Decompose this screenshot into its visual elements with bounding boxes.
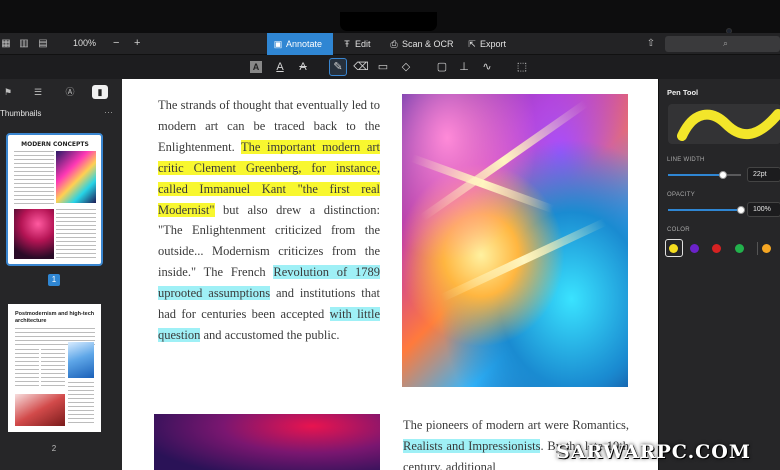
paragraph-1[interactable]: The strands of thought that eventually l…: [158, 95, 381, 346]
abstract-art-image-2: [154, 414, 380, 470]
annotate-icon: ▣: [273, 39, 283, 49]
thumb1-image-1: [56, 151, 96, 203]
tab-export-label: Export: [480, 39, 507, 49]
pen-tool-icon[interactable]: ✎: [329, 58, 347, 76]
line-width-label: LINE WIDTH: [667, 157, 705, 163]
color-swatch[interactable]: [735, 244, 744, 253]
camera-notch: [340, 12, 732, 34]
thumb2-image-2: [15, 394, 65, 426]
sidebar-title: Thumbnails: [0, 109, 42, 118]
page-thumbnail-1[interactable]: MODERN CONCEPTS: [6, 133, 103, 266]
opacity-value[interactable]: 100%: [747, 202, 780, 217]
document-area: The strands of thought that eventually l…: [122, 79, 658, 470]
layout-icon[interactable]: ▤: [37, 38, 49, 49]
stroke-preview: [668, 104, 780, 144]
color-label: COLOR: [667, 227, 690, 233]
select-area-icon[interactable]: ⬚: [514, 59, 530, 75]
color-swatch[interactable]: [712, 244, 721, 253]
shapes-icon[interactable]: ◇: [398, 59, 414, 75]
scan-icon: ⎙: [390, 39, 398, 49]
color-swatch[interactable]: [669, 244, 678, 253]
search-icon: ⌕: [723, 38, 729, 48]
zoom-level[interactable]: 100%: [73, 38, 96, 48]
panel-title: Pen Tool: [667, 88, 699, 97]
comment-icon[interactable]: ▢: [434, 59, 450, 75]
opacity-knob[interactable]: [737, 206, 745, 214]
text-run: The pioneers of modern art were Romantic…: [403, 418, 629, 432]
opacity-slider[interactable]: [668, 206, 745, 214]
line-width-knob[interactable]: [718, 171, 727, 179]
thumb2-text-4: [68, 382, 94, 426]
zoom-in-button[interactable]: +: [134, 37, 140, 49]
grid-view-icon[interactable]: ▦: [0, 38, 12, 49]
thumbnails-sidebar: ⚑ ☰ Ⓐ ▮ Thumbnails ⋯ MODERN CONCEPTS 1 P…: [0, 79, 122, 470]
abstract-art-image: [402, 94, 628, 387]
color-swatch[interactable]: [762, 244, 771, 253]
pages-icon[interactable]: ▥: [18, 38, 30, 49]
thumb2-text-2: [15, 349, 39, 389]
page-thumbnail-2[interactable]: Postmodernism and high-tech architecture: [8, 304, 101, 432]
tab-export[interactable]: ⇱ Export: [461, 33, 511, 55]
text-highlight-icon[interactable]: A: [250, 61, 262, 73]
page-number-2[interactable]: 2: [48, 444, 60, 453]
outline-icon[interactable]: ☰: [30, 85, 46, 99]
thumb2-image-1: [68, 342, 94, 378]
bookmark-icon[interactable]: ⚑: [0, 85, 16, 99]
tab-annotate[interactable]: ▣ Annotate: [267, 33, 333, 55]
eraser-icon[interactable]: ⌫: [353, 59, 369, 75]
tab-annotate-label: Annotate: [286, 39, 323, 49]
color-separator: [757, 242, 758, 255]
sidebar-tabs: ⚑ ☰ Ⓐ ▮: [0, 85, 118, 99]
search-input[interactable]: ⌕: [665, 36, 780, 52]
cyan-highlight[interactable]: Realists and Impressionists: [403, 438, 541, 453]
top-toolbar: ▦ ▥ ▤ 100% − + ▣ Annotate Ŧ Edit ⎙ Scan & O…: [0, 33, 780, 55]
export-icon: ⇱: [468, 39, 476, 49]
thumbnails-tab-icon[interactable]: ▮: [92, 85, 108, 99]
thumb1-title: MODERN CONCEPTS: [21, 141, 89, 148]
device-bezel: [0, 0, 780, 34]
line-width-value[interactable]: 22pt: [747, 167, 780, 182]
edit-icon: Ŧ: [344, 39, 350, 49]
thumb2-text-3: [41, 349, 65, 389]
thumb1-image-2: [14, 209, 54, 259]
zoom-out-button[interactable]: −: [113, 37, 119, 49]
tab-scan-label: Scan & OCR: [402, 39, 454, 49]
opacity-label: OPACITY: [667, 192, 695, 198]
more-icon[interactable]: ⋯: [104, 107, 113, 118]
line-width-slider[interactable]: [668, 171, 741, 179]
stamp-icon[interactable]: ⊥: [456, 59, 472, 75]
tab-edit-label: Edit: [355, 39, 371, 49]
thumb1-text-2: [56, 209, 96, 259]
page-number-1[interactable]: 1: [48, 274, 60, 286]
stroke-preview-graphic: [677, 109, 780, 141]
app-screen: ▦ ▥ ▤ 100% − + ▣ Annotate Ŧ Edit ⎙ Scan & O…: [0, 0, 780, 470]
pen-tool-panel: Pen Tool LINE WIDTH 22pt OPACITY 100% CO…: [658, 79, 780, 470]
signature-icon[interactable]: ∿: [479, 59, 495, 75]
text-run: and accustomed the public.: [200, 327, 340, 342]
underline-icon[interactable]: A: [272, 59, 288, 75]
share-icon[interactable]: ⇧: [645, 38, 657, 49]
watermark: SARWARPC.COM: [556, 441, 751, 463]
thumb2-title: Postmodernism and high-tech architecture: [15, 311, 95, 324]
color-swatch[interactable]: [690, 244, 699, 253]
text-box-icon[interactable]: ▭: [375, 59, 391, 75]
strikethrough-icon[interactable]: A: [295, 59, 311, 75]
document-page[interactable]: The strands of thought that eventually l…: [122, 79, 658, 470]
annotation-toolbar: A A A ✎ ⌫ ▭ ◇ ▢ ⊥ ∿ ⬚: [0, 55, 780, 79]
tab-edit[interactable]: Ŧ Edit: [336, 33, 380, 55]
thumb1-text: [14, 151, 54, 207]
tab-scan-ocr[interactable]: ⎙ Scan & OCR: [383, 33, 455, 55]
annotations-icon[interactable]: Ⓐ: [62, 85, 78, 99]
